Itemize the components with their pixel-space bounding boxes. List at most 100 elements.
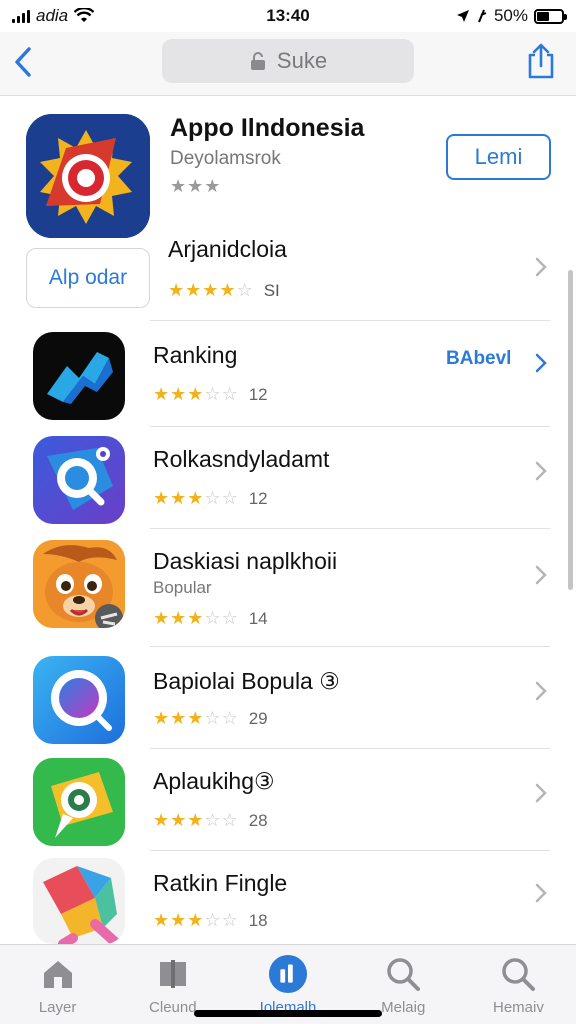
tab-layer[interactable]: Layer	[0, 945, 115, 1024]
featured-app-name: Arjanidcloia	[168, 236, 287, 262]
star-empty-icon: ☆	[221, 384, 239, 404]
star-empty-icon: ☆	[204, 810, 222, 830]
app-name: Ratkin Fingle	[153, 870, 288, 896]
star-empty-icon: ☆	[221, 810, 239, 830]
star-filled-icon: ★	[170, 384, 188, 404]
star-filled-icon: ★	[153, 810, 171, 830]
star-filled-icon: ★	[170, 810, 188, 830]
app-icon	[33, 540, 125, 628]
location-icon	[456, 10, 469, 22]
app-rating: ★★★☆☆ 12	[153, 488, 268, 509]
rating-stars: ★★★☆☆	[153, 810, 239, 831]
rating-count: 18	[248, 910, 268, 930]
list-item[interactable]: Aplaukihg③ ★★★☆☆ 28	[0, 748, 576, 851]
star-filled-icon: ★	[168, 280, 186, 300]
app-icon	[33, 858, 125, 944]
chevron-right-icon[interactable]	[534, 564, 548, 586]
star-empty-icon: ☆	[221, 708, 239, 728]
star-empty-icon: ☆	[204, 910, 222, 930]
rating-count: 12	[248, 384, 268, 404]
search-field[interactable]: Suke	[162, 39, 414, 83]
star-empty-icon: ☆	[204, 384, 222, 404]
magnifier-icon	[47, 447, 113, 510]
app-rating: ★★★☆☆ 29	[153, 708, 268, 729]
star-filled-icon: ★	[187, 384, 205, 404]
app-name: Bapiolai Bopula ③	[153, 668, 340, 694]
ring-icon	[51, 670, 112, 731]
star-empty-icon: ☆	[221, 488, 239, 508]
chevron-right-icon[interactable]	[534, 460, 548, 482]
kite-icon	[43, 866, 120, 944]
star-filled-icon: ★	[187, 708, 205, 728]
app-rating: ★★★☆☆ 28	[153, 810, 268, 831]
chevron-right-icon[interactable]	[534, 782, 548, 804]
star-filled-icon: ★	[187, 608, 205, 628]
list-item[interactable]: Ranking ★★★☆☆ 12 BAbevl	[0, 322, 576, 427]
scrollbar[interactable]	[568, 270, 573, 590]
rating-count: 14	[248, 608, 268, 628]
chevron-right-icon[interactable]	[534, 680, 548, 702]
tab-hemaiv[interactable]: Hemaiv	[461, 945, 576, 1024]
rating-count: 12	[248, 488, 268, 508]
book-icon	[153, 955, 193, 993]
star-filled-icon: ★	[153, 910, 171, 930]
star-filled-icon: ★	[153, 708, 171, 728]
chevron-right-icon[interactable]	[534, 882, 548, 904]
rating-stars: ★★★☆☆	[153, 708, 239, 729]
star-filled-icon: ★	[187, 810, 205, 830]
star-empty-icon: ☆	[221, 910, 239, 930]
star-empty-icon: ☆	[236, 280, 254, 300]
star-filled-icon: ★	[202, 280, 220, 300]
star-filled-icon: ★	[219, 280, 237, 300]
chevron-right-icon[interactable]	[534, 352, 548, 374]
star-empty-icon: ☆	[221, 608, 239, 628]
app-subtitle: Bopular	[153, 578, 212, 597]
app-name: Rolkasndyladamt	[153, 446, 330, 472]
rating-count: 29	[248, 708, 268, 728]
list-item[interactable]: Ratkin Fingle ★★★☆☆ 18	[0, 850, 576, 944]
share-icon	[528, 43, 554, 79]
eye-pin-icon	[33, 758, 125, 846]
divider	[150, 320, 550, 321]
rating-stars: ★★★☆☆	[153, 488, 239, 509]
list-item[interactable]: Rolkasndyladamt ★★★☆☆ 12	[0, 426, 576, 529]
bear-mascot-icon	[33, 540, 125, 628]
app-rating: ★★★☆☆ 12	[153, 384, 268, 405]
star-filled-icon: ★	[153, 384, 171, 404]
home-indicator[interactable]	[194, 1010, 382, 1017]
share-button[interactable]	[524, 40, 558, 82]
list-item[interactable]: Bapiolai Bopula ③ ★★★☆☆ 29	[0, 646, 576, 749]
featured-rating: ★★★★☆ SI	[168, 280, 280, 301]
star-filled-icon: ★	[170, 608, 188, 628]
search-icon	[498, 955, 538, 993]
sun-target-icon	[26, 114, 150, 238]
app-rating: ★★★☆☆ 14	[153, 608, 268, 629]
star-filled-icon: ★	[170, 488, 188, 508]
carrier-label: adia	[36, 6, 69, 25]
star-filled-icon: ★	[187, 910, 205, 930]
rating-stars: ★★★☆☆	[153, 384, 239, 405]
star-empty-icon: ☆	[204, 608, 222, 628]
search-icon	[383, 955, 423, 993]
tab-label: Melaig	[381, 999, 426, 1016]
get-button[interactable]: Lemi	[446, 134, 551, 180]
app-icon	[33, 758, 125, 846]
tab-label: Cleund	[149, 999, 197, 1016]
wifi-icon	[74, 8, 95, 22]
battery-icon	[534, 8, 567, 24]
search-text: Suke	[276, 48, 328, 73]
app-name: Ranking	[153, 342, 238, 368]
signal-icon	[12, 9, 30, 23]
label-button[interactable]: Alp odar	[26, 248, 150, 308]
home-icon	[38, 955, 78, 993]
chevron-right-icon[interactable]	[534, 256, 548, 278]
featured-app-icon[interactable]	[26, 114, 150, 238]
app-icon	[33, 332, 125, 420]
app-icon	[33, 436, 125, 524]
back-button[interactable]	[8, 42, 38, 82]
rating-stars: ★★★☆☆	[153, 910, 239, 931]
see-all-link[interactable]: BAbevl	[446, 348, 511, 370]
app-name: Aplaukihg③	[153, 768, 275, 794]
list-item[interactable]: Daskiasi naplkhoii Bopular ★★★☆☆ 14	[0, 528, 576, 647]
rating-stars: ★★★★☆	[168, 280, 254, 301]
